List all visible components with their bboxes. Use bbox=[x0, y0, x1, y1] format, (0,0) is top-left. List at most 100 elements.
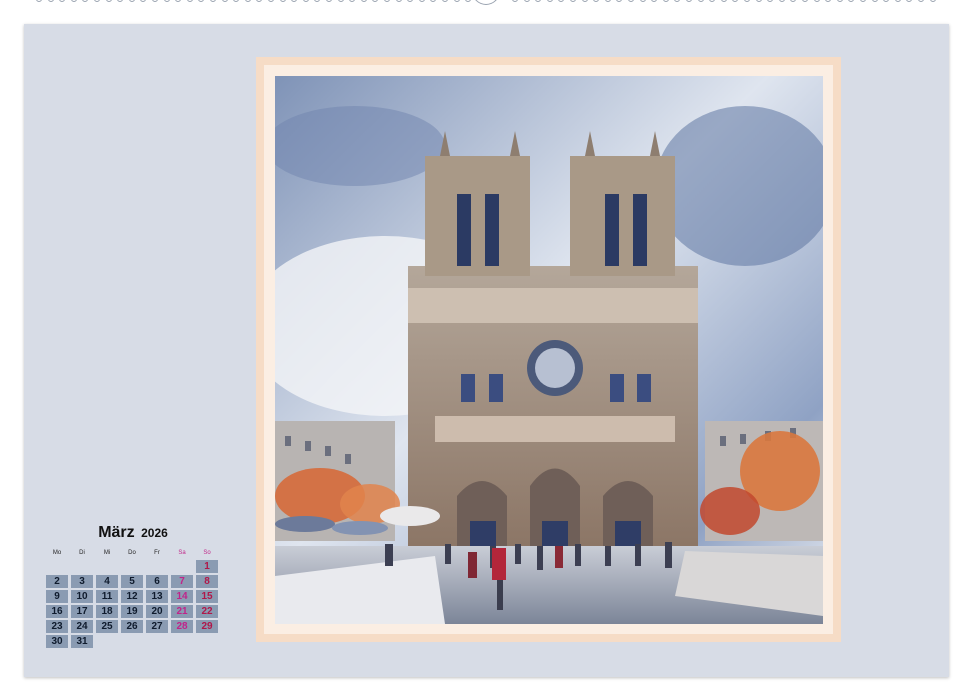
spiral-hole bbox=[186, 0, 193, 2]
spiral-hole bbox=[337, 0, 344, 2]
spiral-hole bbox=[860, 0, 866, 2]
spiral-binding bbox=[0, 0, 971, 7]
spiral-hole bbox=[686, 0, 692, 2]
empty-cell bbox=[171, 560, 193, 573]
spiral-hole bbox=[790, 0, 797, 2]
spiral-hole bbox=[407, 0, 414, 2]
empty-cell bbox=[146, 635, 168, 648]
empty-cell bbox=[146, 560, 168, 573]
empty-cell bbox=[171, 635, 193, 648]
hanger-hook bbox=[472, 0, 500, 5]
day-cell: 24 bbox=[71, 620, 93, 633]
empty-cell bbox=[196, 635, 218, 648]
weekday-label: Mo bbox=[52, 550, 62, 556]
spiral-hole bbox=[105, 0, 112, 2]
spiral-hole bbox=[360, 0, 367, 2]
spiral-hole bbox=[233, 0, 240, 2]
spiral-hole bbox=[372, 0, 379, 2]
day-cell: 9 bbox=[46, 590, 68, 603]
spiral-hole bbox=[512, 0, 518, 2]
spiral-hole bbox=[697, 0, 704, 2]
spiral-hole bbox=[302, 0, 309, 2]
spiral-hole bbox=[662, 0, 669, 2]
spiral-hole bbox=[570, 0, 576, 2]
day-cell: 29 bbox=[196, 620, 218, 633]
empty-cell bbox=[96, 560, 118, 573]
weekday-label: Di bbox=[79, 550, 85, 556]
day-cell: 1 bbox=[196, 560, 218, 573]
weekday-label: Fr bbox=[154, 550, 160, 556]
spiral-hole bbox=[314, 0, 321, 2]
weekday-label: Sa bbox=[178, 550, 186, 556]
spiral-hole bbox=[836, 0, 843, 2]
day-cell: 12 bbox=[121, 590, 143, 603]
empty-cell bbox=[121, 635, 143, 648]
day-cell: 11 bbox=[96, 590, 118, 603]
spiral-hole bbox=[453, 0, 460, 2]
month-calendar: März 2026 Mo Di Mi Do Fr Sa So 1 2 3 4 5 6 7 8 9 10 11 12 1… bbox=[46, 524, 220, 648]
spiral-hole bbox=[894, 0, 901, 2]
empty-cell bbox=[46, 560, 68, 573]
calendar-header: März 2026 bbox=[46, 524, 220, 542]
day-cell: 27 bbox=[146, 620, 168, 633]
day-cell: 3 bbox=[71, 575, 93, 588]
day-cell: 10 bbox=[71, 590, 93, 603]
spiral-hole bbox=[94, 0, 100, 2]
spiral-hole bbox=[256, 0, 263, 2]
spiral-hole bbox=[82, 0, 89, 2]
spiral-hole bbox=[732, 0, 739, 2]
cathedral-illustration bbox=[275, 76, 823, 624]
day-cell: 15 bbox=[196, 590, 218, 603]
spiral-hole bbox=[848, 0, 855, 2]
weekday-label: So bbox=[203, 550, 211, 556]
spiral-hole bbox=[674, 0, 681, 2]
day-cell: 13 bbox=[146, 590, 168, 603]
empty-cell bbox=[71, 560, 93, 573]
spiral-hole bbox=[70, 0, 77, 2]
spiral-hole bbox=[523, 0, 530, 2]
day-cell: 18 bbox=[96, 605, 118, 618]
day-cell: 22 bbox=[196, 605, 218, 618]
spiral-hole bbox=[744, 0, 750, 2]
day-cell: 25 bbox=[96, 620, 118, 633]
spiral-hole bbox=[906, 0, 913, 2]
spiral-hole bbox=[36, 0, 42, 2]
spiral-hole bbox=[163, 0, 170, 2]
day-cell: 14 bbox=[171, 590, 193, 603]
weekday-label: Do bbox=[128, 550, 136, 556]
spiral-hole bbox=[384, 0, 390, 2]
spiral-hole bbox=[825, 0, 832, 2]
year-label: 2026 bbox=[141, 526, 168, 540]
spiral-hole bbox=[140, 0, 147, 2]
spiral-hole bbox=[651, 0, 658, 2]
day-cell: 4 bbox=[96, 575, 118, 588]
spiral-hole bbox=[778, 0, 785, 2]
spiral-hole bbox=[546, 0, 553, 2]
spiral-hole bbox=[59, 0, 66, 2]
spiral-hole bbox=[210, 0, 216, 2]
spiral-hole bbox=[755, 0, 762, 2]
spiral-hole bbox=[604, 0, 611, 2]
spiral-hole bbox=[291, 0, 298, 2]
spiral-hole bbox=[198, 0, 205, 2]
spiral-hole bbox=[326, 0, 332, 2]
spiral-hole bbox=[152, 0, 158, 2]
day-cell: 8 bbox=[196, 575, 218, 588]
spiral-hole bbox=[268, 0, 274, 2]
spiral-hole bbox=[628, 0, 634, 2]
spiral-hole bbox=[709, 0, 716, 2]
spiral-hole bbox=[349, 0, 356, 2]
empty-cell bbox=[96, 635, 118, 648]
spiral-hole bbox=[639, 0, 646, 2]
day-cell: 31 bbox=[71, 635, 93, 648]
spiral-hole bbox=[244, 0, 251, 2]
day-cell: 23 bbox=[46, 620, 68, 633]
calendar-grid: Mo Di Mi Do Fr Sa So 1 2 3 4 5 6 7 8 9 10 11 12 13 14 15 16 17 1… bbox=[46, 548, 220, 648]
spiral-hole bbox=[558, 0, 565, 2]
spiral-hole bbox=[802, 0, 808, 2]
day-cell: 30 bbox=[46, 635, 68, 648]
spiral-hole bbox=[581, 0, 588, 2]
spiral-hole bbox=[442, 0, 448, 2]
spiral-hole bbox=[616, 0, 623, 2]
day-cell: 26 bbox=[121, 620, 143, 633]
